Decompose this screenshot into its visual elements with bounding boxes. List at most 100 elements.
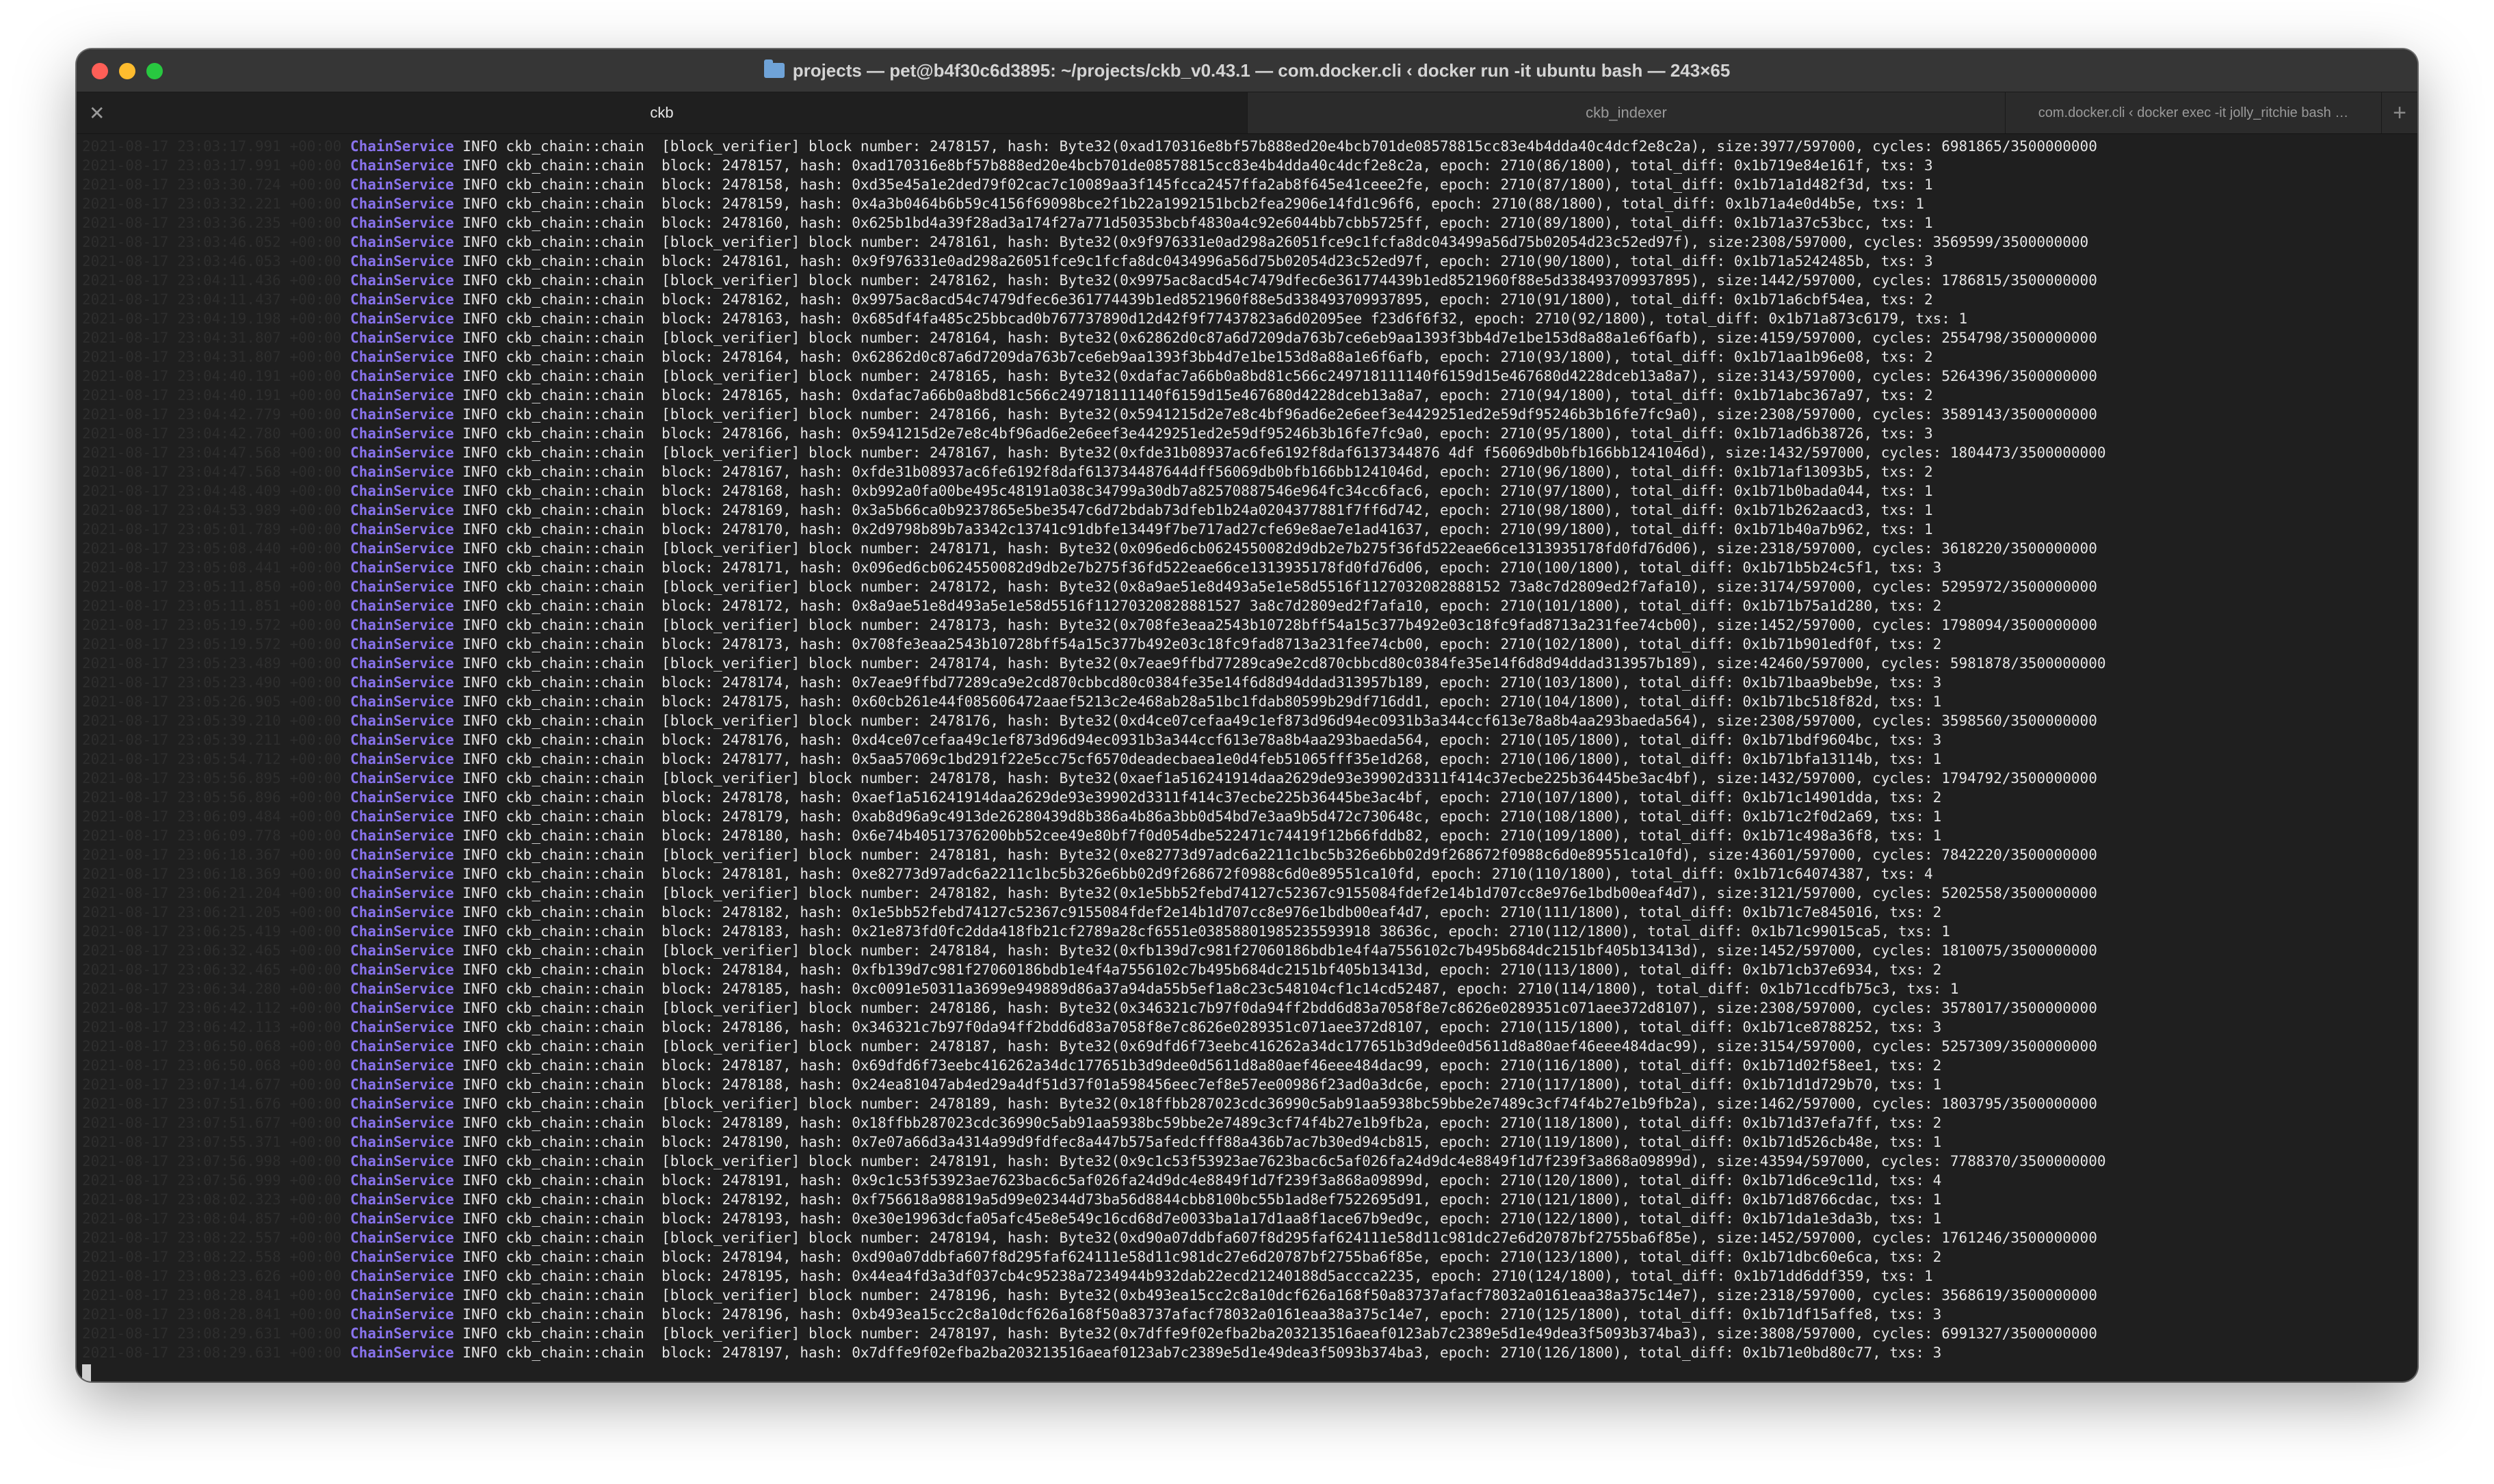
prompt-line[interactable] (82, 1362, 2412, 1381)
log-line: 2021-08-17 23:08:29.631 +00:00 ChainServ… (82, 1324, 2412, 1343)
log-line: 2021-08-17 23:06:34.280 +00:00 ChainServ… (82, 979, 2412, 998)
log-service-name: ChainService (350, 157, 454, 174)
log-message: INFO ckb_chain::chain block: 2478180, ha… (454, 827, 1942, 844)
log-service-name: ChainService (350, 253, 454, 269)
log-message: INFO ckb_chain::chain block: 2478161, ha… (454, 253, 1933, 269)
log-message: INFO ckb_chain::chain [block_verifier] b… (454, 234, 2089, 250)
log-message: INFO ckb_chain::chain block: 2478178, ha… (454, 789, 1942, 806)
tab-docker-exec[interactable]: com.docker.cli ‹ docker exec -it jolly_r… (2006, 92, 2382, 133)
log-line: 2021-08-17 23:06:09.484 +00:00 ChainServ… (82, 807, 2412, 826)
log-service-name: ChainService (350, 521, 454, 538)
log-message: INFO ckb_chain::chain [block_verifier] b… (454, 1096, 2097, 1112)
log-line: 2021-08-17 23:04:40.191 +00:00 ChainServ… (82, 386, 2412, 405)
tab-ckb-indexer[interactable]: ckb_indexer (1248, 92, 2006, 133)
log-line: 2021-08-17 23:06:32.465 +00:00 ChainServ… (82, 941, 2412, 960)
log-service-name: ChainService (350, 540, 454, 557)
log-message: INFO ckb_chain::chain block: 2478196, ha… (454, 1306, 1942, 1323)
log-timestamp: 2021-08-17 23:05:23.489 +00:00 (82, 655, 350, 672)
log-timestamp: 2021-08-17 23:04:42.780 +00:00 (82, 425, 350, 442)
log-message: INFO ckb_chain::chain block: 2478175, ha… (454, 693, 1942, 710)
log-timestamp: 2021-08-17 23:04:11.437 +00:00 (82, 291, 350, 308)
close-window-button[interactable] (92, 63, 108, 79)
log-message: INFO ckb_chain::chain block: 2478190, ha… (454, 1134, 1942, 1150)
log-message: INFO ckb_chain::chain block: 2478157, ha… (454, 157, 1933, 174)
log-line: 2021-08-17 23:08:22.557 +00:00 ChainServ… (82, 1228, 2412, 1247)
log-service-name: ChainService (350, 770, 454, 786)
log-message: INFO ckb_chain::chain [block_verifier] b… (454, 770, 2097, 786)
log-message: INFO ckb_chain::chain [block_verifier] b… (454, 1325, 2097, 1342)
log-message: INFO ckb_chain::chain block: 2478158, ha… (454, 176, 1933, 193)
log-message: INFO ckb_chain::chain [block_verifier] b… (454, 1000, 2097, 1016)
log-timestamp: 2021-08-17 23:03:46.053 +00:00 (82, 253, 350, 269)
log-service-name: ChainService (350, 215, 454, 231)
log-timestamp: 2021-08-17 23:05:19.572 +00:00 (82, 636, 350, 652)
log-message: INFO ckb_chain::chain block: 2478177, ha… (454, 751, 1942, 767)
log-timestamp: 2021-08-17 23:06:09.778 +00:00 (82, 827, 350, 844)
log-message: INFO ckb_chain::chain block: 2478171, ha… (454, 559, 1942, 576)
log-timestamp: 2021-08-17 23:07:14.677 +00:00 (82, 1076, 350, 1093)
minimize-window-button[interactable] (119, 63, 135, 79)
new-tab-button[interactable]: + (2382, 92, 2417, 133)
log-service-name: ChainService (350, 1153, 454, 1169)
log-service-name: ChainService (350, 1344, 454, 1361)
log-message: INFO ckb_chain::chain block: 2478189, ha… (454, 1115, 1942, 1131)
log-service-name: ChainService (350, 1230, 454, 1246)
log-service-name: ChainService (350, 349, 454, 365)
log-line: 2021-08-17 23:04:53.989 +00:00 ChainServ… (82, 501, 2412, 520)
log-timestamp: 2021-08-17 23:06:18.367 +00:00 (82, 847, 350, 863)
log-timestamp: 2021-08-17 23:05:19.572 +00:00 (82, 617, 350, 633)
log-message: INFO ckb_chain::chain block: 2478167, ha… (454, 464, 1933, 480)
terminal-output[interactable]: 2021-08-17 23:03:17.991 +00:00 ChainServ… (82, 134, 2412, 1381)
log-service-name: ChainService (350, 425, 454, 442)
log-message: INFO ckb_chain::chain block: 2478160, ha… (454, 215, 1933, 231)
log-message: INFO ckb_chain::chain block: 2478179, ha… (454, 808, 1942, 825)
zoom-window-button[interactable] (146, 63, 163, 79)
log-message: INFO ckb_chain::chain [block_verifier] b… (454, 1287, 2097, 1303)
log-line: 2021-08-17 23:05:01.789 +00:00 ChainServ… (82, 520, 2412, 539)
tab-label: ckb (650, 104, 674, 121)
log-service-name: ChainService (350, 234, 454, 250)
tab-ckb[interactable]: ✕ ckb (77, 92, 1248, 133)
log-service-name: ChainService (350, 751, 454, 767)
log-timestamp: 2021-08-17 23:07:56.998 +00:00 (82, 1153, 350, 1169)
log-timestamp: 2021-08-17 23:03:36.235 +00:00 (82, 215, 350, 231)
log-message: INFO ckb_chain::chain block: 2478169, ha… (454, 502, 1933, 518)
log-service-name: ChainService (350, 196, 454, 212)
log-message: INFO ckb_chain::chain [block_verifier] b… (454, 1230, 2097, 1246)
log-timestamp: 2021-08-17 23:08:02.323 +00:00 (82, 1191, 350, 1208)
log-timestamp: 2021-08-17 23:03:46.052 +00:00 (82, 234, 350, 250)
tab-label: com.docker.cli ‹ docker exec -it jolly_r… (2038, 105, 2349, 120)
log-timestamp: 2021-08-17 23:05:39.210 +00:00 (82, 713, 350, 729)
log-line: 2021-08-17 23:04:48.409 +00:00 ChainServ… (82, 481, 2412, 501)
log-service-name: ChainService (350, 1038, 454, 1055)
log-message: INFO ckb_chain::chain block: 2478187, ha… (454, 1057, 1942, 1074)
log-message: INFO ckb_chain::chain block: 2478195, ha… (454, 1268, 1933, 1284)
log-line: 2021-08-17 23:04:31.807 +00:00 ChainServ… (82, 347, 2412, 367)
log-message: INFO ckb_chain::chain [block_verifier] b… (454, 655, 2106, 672)
log-line: 2021-08-17 23:03:17.991 +00:00 ChainServ… (82, 156, 2412, 175)
log-message: INFO ckb_chain::chain [block_verifier] b… (454, 1038, 2097, 1055)
log-service-name: ChainService (350, 330, 454, 346)
log-service-name: ChainService (350, 1115, 454, 1131)
window-title-group: projects — pet@b4f30c6d3895: ~/projects/… (763, 59, 1730, 81)
log-line: 2021-08-17 23:03:46.053 +00:00 ChainServ… (82, 252, 2412, 271)
log-timestamp: 2021-08-17 23:07:55.371 +00:00 (82, 1134, 350, 1150)
log-timestamp: 2021-08-17 23:04:48.409 +00:00 (82, 483, 350, 499)
log-message: INFO ckb_chain::chain [block_verifier] b… (454, 138, 2097, 155)
log-service-name: ChainService (350, 713, 454, 729)
log-timestamp: 2021-08-17 23:06:34.280 +00:00 (82, 981, 350, 997)
close-tab-icon[interactable]: ✕ (89, 102, 105, 124)
log-message: INFO ckb_chain::chain [block_verifier] b… (454, 885, 2097, 901)
log-line: 2021-08-17 23:07:51.677 +00:00 ChainServ… (82, 1113, 2412, 1132)
log-timestamp: 2021-08-17 23:03:32.221 +00:00 (82, 196, 350, 212)
log-line: 2021-08-17 23:07:55.371 +00:00 ChainServ… (82, 1132, 2412, 1152)
log-service-name: ChainService (350, 827, 454, 844)
title-bar[interactable]: projects — pet@b4f30c6d3895: ~/projects/… (77, 49, 2417, 92)
log-timestamp: 2021-08-17 23:08:29.631 +00:00 (82, 1344, 350, 1361)
log-line: 2021-08-17 23:08:22.558 +00:00 ChainServ… (82, 1247, 2412, 1267)
log-message: INFO ckb_chain::chain [block_verifier] b… (454, 847, 2097, 863)
log-service-name: ChainService (350, 1134, 454, 1150)
log-service-name: ChainService (350, 368, 454, 384)
log-timestamp: 2021-08-17 23:08:28.841 +00:00 (82, 1287, 350, 1303)
log-timestamp: 2021-08-17 23:06:25.419 +00:00 (82, 923, 350, 940)
